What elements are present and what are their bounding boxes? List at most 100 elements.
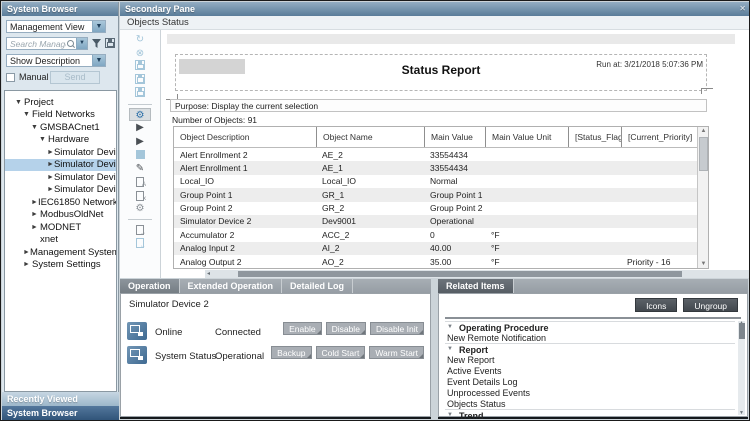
related-group-trend[interactable]: ▼Trend (445, 409, 735, 421)
tree-item-gmsbacnet1[interactable]: ▼GMSBACnet1 (5, 121, 116, 134)
table-row[interactable]: Alert Enrollment 2AE_233554434 (174, 148, 697, 161)
chevron-down-icon[interactable]: ▼ (92, 55, 105, 66)
expander-closed-icon[interactable]: ► (23, 249, 30, 256)
search-dropdown-icon[interactable]: ▼ (76, 38, 87, 49)
tab-objects-status[interactable]: Objects Status (120, 16, 750, 30)
table-row[interactable]: Group Point 1GR_1Group Point 1 (174, 188, 697, 201)
export-pdf-icon[interactable]: A (129, 175, 151, 189)
recently-viewed-bar[interactable]: Recently Viewed (2, 392, 119, 406)
icons-button[interactable]: Icons (635, 298, 677, 312)
send-button[interactable]: Send (50, 71, 100, 84)
related-item-active-events[interactable]: Active Events (445, 366, 735, 377)
table-vertical-scrollbar[interactable]: ▲ ▼ (697, 127, 708, 268)
run-icon[interactable]: ▶ (129, 121, 151, 135)
tree-item-xnet[interactable]: xnet (5, 234, 116, 247)
export-icon[interactable]: → (129, 223, 151, 237)
related-item-unprocessed-events[interactable]: Unprocessed Events (445, 387, 735, 398)
related-items-scrollbar[interactable]: ▲ ▼ (738, 321, 745, 415)
column-header[interactable]: Main Value (424, 127, 485, 147)
expander-closed-icon[interactable]: ► (31, 211, 40, 218)
table-row[interactable]: Accumulator 2ACC_20°F (174, 228, 697, 241)
tree-item-system-settings[interactable]: ►System Settings (5, 259, 116, 272)
table-row[interactable]: Analog Input 2AI_240.00°F (174, 242, 697, 255)
cold-start-button[interactable]: Cold Start (316, 346, 366, 359)
run-options-icon[interactable]: ▶ (129, 135, 151, 149)
save-view-icon[interactable] (105, 38, 115, 48)
scrollbar-thumb[interactable] (739, 323, 745, 339)
column-header[interactable]: [Status_Flags] (568, 127, 621, 147)
expander-closed-icon[interactable]: ► (23, 261, 32, 268)
column-header[interactable]: [Current_Priority] (621, 127, 697, 147)
import-icon[interactable]: ← (129, 236, 151, 250)
save-as-icon[interactable] (129, 74, 151, 88)
tab-extended-operation[interactable]: Extended Operation (180, 279, 283, 293)
expander-open-icon[interactable]: ▼ (447, 324, 456, 330)
related-item-objects-status[interactable]: Objects Status (445, 398, 735, 409)
expander-closed-icon[interactable]: ► (47, 174, 54, 181)
save-icon[interactable] (129, 60, 151, 74)
settings-gear-icon[interactable]: ⚙ (129, 108, 151, 122)
tree-item-simulator-device-50[interactable]: ►Simulator Device 50 (5, 171, 116, 184)
description-mode-dropdown[interactable]: Show Description ▼ (6, 54, 106, 67)
tab-related-items[interactable]: Related Items (438, 279, 514, 293)
tree-item-iec61850-network1[interactable]: ►IEC61850 Network1 (5, 196, 116, 209)
related-group-report[interactable]: ▼Report (445, 343, 735, 355)
export-excel-icon[interactable]: x (129, 189, 151, 203)
expander-open-icon[interactable]: ▼ (447, 346, 456, 352)
column-header[interactable]: Object Name (316, 127, 424, 147)
table-row[interactable]: Simulator Device 2Dev9001Operational (174, 215, 697, 228)
manual-checkbox[interactable] (6, 73, 15, 82)
cancel-icon[interactable]: ⊗ (129, 47, 151, 61)
expander-open-icon[interactable]: ▼ (15, 99, 24, 106)
search-input[interactable]: Search Management ▼ (6, 37, 88, 50)
table-row[interactable]: Local_IOLocal_IONormal (174, 175, 697, 188)
expander-closed-icon[interactable]: ► (47, 149, 54, 156)
tree-item-modnet[interactable]: ►MODNET (5, 221, 116, 234)
scroll-up-icon[interactable]: ▲ (698, 128, 709, 134)
tree-item-simulator-device-1[interactable]: ►Simulator Device 1 (5, 146, 116, 159)
refresh-icon[interactable]: ↻ (129, 33, 151, 47)
warm-start-button[interactable]: Warm Start (369, 346, 424, 359)
view-selector-dropdown[interactable]: Management View ▼ (6, 20, 106, 33)
tree-item-simulator-device-100[interactable]: ►Simulator Device 100 (5, 184, 116, 197)
table-row[interactable]: Analog Output 2AO_235.00°FPriority - 16 (174, 255, 697, 268)
expander-closed-icon[interactable]: ► (31, 224, 40, 231)
table-row[interactable]: Group Point 2GR_2Group Point 2 (174, 202, 697, 215)
tree-item-modbusoldnet[interactable]: ►ModbusOldNet (5, 209, 116, 222)
system-browser-tab[interactable]: System Browser (2, 406, 119, 421)
related-item-new-report[interactable]: New Report (445, 355, 735, 366)
report-horizontal-scrollbar[interactable]: ◂ ▸ (205, 270, 750, 278)
tab-detailed-log[interactable]: Detailed Log (282, 279, 353, 293)
related-group-operating-procedure[interactable]: ▼Operating Procedure (445, 321, 735, 333)
column-header[interactable]: Object Description (174, 127, 316, 147)
related-item-new-remote-notification[interactable]: New Remote Notification (445, 333, 735, 344)
expander-closed-icon[interactable]: ► (47, 186, 54, 193)
expander-open-icon[interactable]: ▼ (39, 136, 48, 143)
tree-item-hardware[interactable]: ▼Hardware (5, 134, 116, 147)
enable-button[interactable]: Enable (283, 322, 321, 335)
column-header[interactable]: Main Value Unit (485, 127, 568, 147)
table-row[interactable]: Alert Enrollment 1AE_133554434 (174, 161, 697, 174)
save-all-icon[interactable] (129, 87, 151, 101)
close-icon[interactable]: ✕ (739, 4, 746, 13)
group-objects-icon[interactable]: ⚙ (129, 202, 151, 216)
stop-icon[interactable] (129, 148, 151, 162)
expander-closed-icon[interactable]: ► (31, 199, 38, 206)
scroll-down-icon[interactable]: ▼ (698, 261, 709, 267)
backup-button[interactable]: Backup (271, 346, 311, 359)
scroll-left-icon[interactable]: ◂ (207, 270, 210, 278)
scroll-down-icon[interactable]: ▼ (738, 410, 745, 416)
tree-item-simulator-device-2[interactable]: ►Simulator Device 2 (5, 159, 116, 172)
expander-open-icon[interactable]: ▼ (447, 412, 456, 418)
expander-open-icon[interactable]: ▼ (31, 124, 40, 131)
disable-init-button[interactable]: Disable Init (370, 322, 424, 335)
ungroup-button[interactable]: Ungroup (683, 298, 738, 312)
tree-item-management-system[interactable]: ►Management System (5, 246, 116, 259)
filter-icon[interactable] (91, 38, 102, 49)
expander-open-icon[interactable]: ▼ (23, 111, 32, 118)
expander-closed-icon[interactable]: ► (47, 161, 54, 168)
tree-item-field-networks[interactable]: ▼Field Networks (5, 109, 116, 122)
disable-button[interactable]: Disable (326, 322, 366, 335)
scrollbar-thumb[interactable] (699, 137, 708, 171)
edit-pen-icon[interactable]: ✎ (129, 162, 151, 176)
